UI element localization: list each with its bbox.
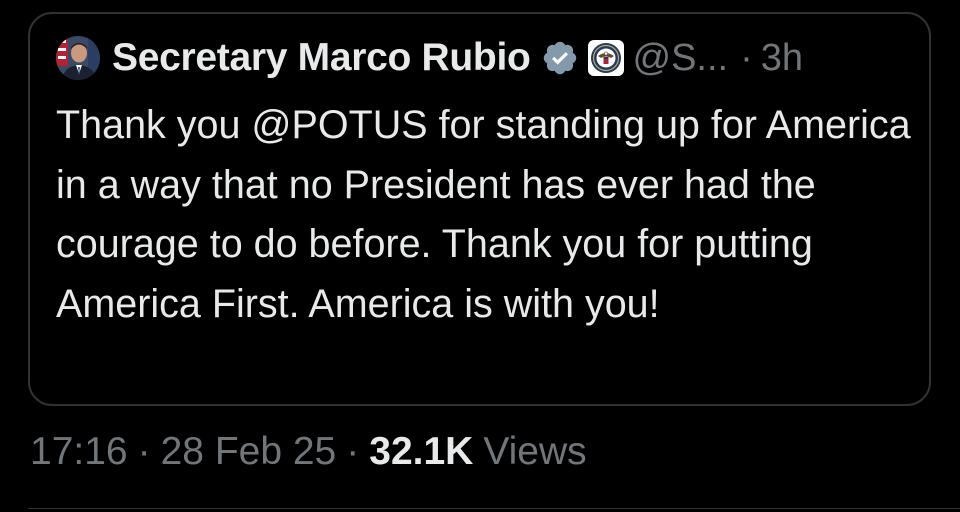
tweet-date[interactable]: 28 Feb 25 bbox=[161, 430, 337, 474]
author-handle[interactable]: @S... bbox=[633, 37, 729, 80]
tweet-relative-time[interactable]: 3h bbox=[761, 37, 803, 80]
tweet-metadata: 17:16 · 28 Feb 25 · 32.1K Views bbox=[30, 430, 587, 474]
header-separator: · bbox=[740, 36, 753, 79]
meta-separator-1: · bbox=[137, 430, 151, 473]
state-department-seal-icon bbox=[587, 40, 624, 76]
mention-link[interactable]: @POTUS bbox=[251, 103, 427, 147]
author-avatar[interactable] bbox=[56, 36, 100, 80]
quoted-tweet-header: Secretary Marco Rubio @S... · 3h bbox=[56, 32, 909, 84]
views-label[interactable]: Views bbox=[483, 430, 586, 474]
tweet-time[interactable]: 17:16 bbox=[30, 430, 128, 474]
quoted-tweet-card[interactable]: Secretary Marco Rubio @S... · 3h Thank y… bbox=[28, 12, 931, 406]
author-display-name[interactable]: Secretary Marco Rubio bbox=[112, 36, 531, 80]
bottom-divider bbox=[28, 508, 960, 509]
portrait-avatar-icon bbox=[56, 36, 100, 80]
quoted-tweet-text: Thank you @POTUS for standing up for Ame… bbox=[56, 96, 916, 334]
views-count[interactable]: 32.1K bbox=[369, 430, 473, 474]
verified-badge-icon bbox=[543, 41, 576, 75]
meta-separator-2: · bbox=[346, 430, 360, 473]
tweet-text-before-mention: Thank you bbox=[56, 103, 252, 147]
